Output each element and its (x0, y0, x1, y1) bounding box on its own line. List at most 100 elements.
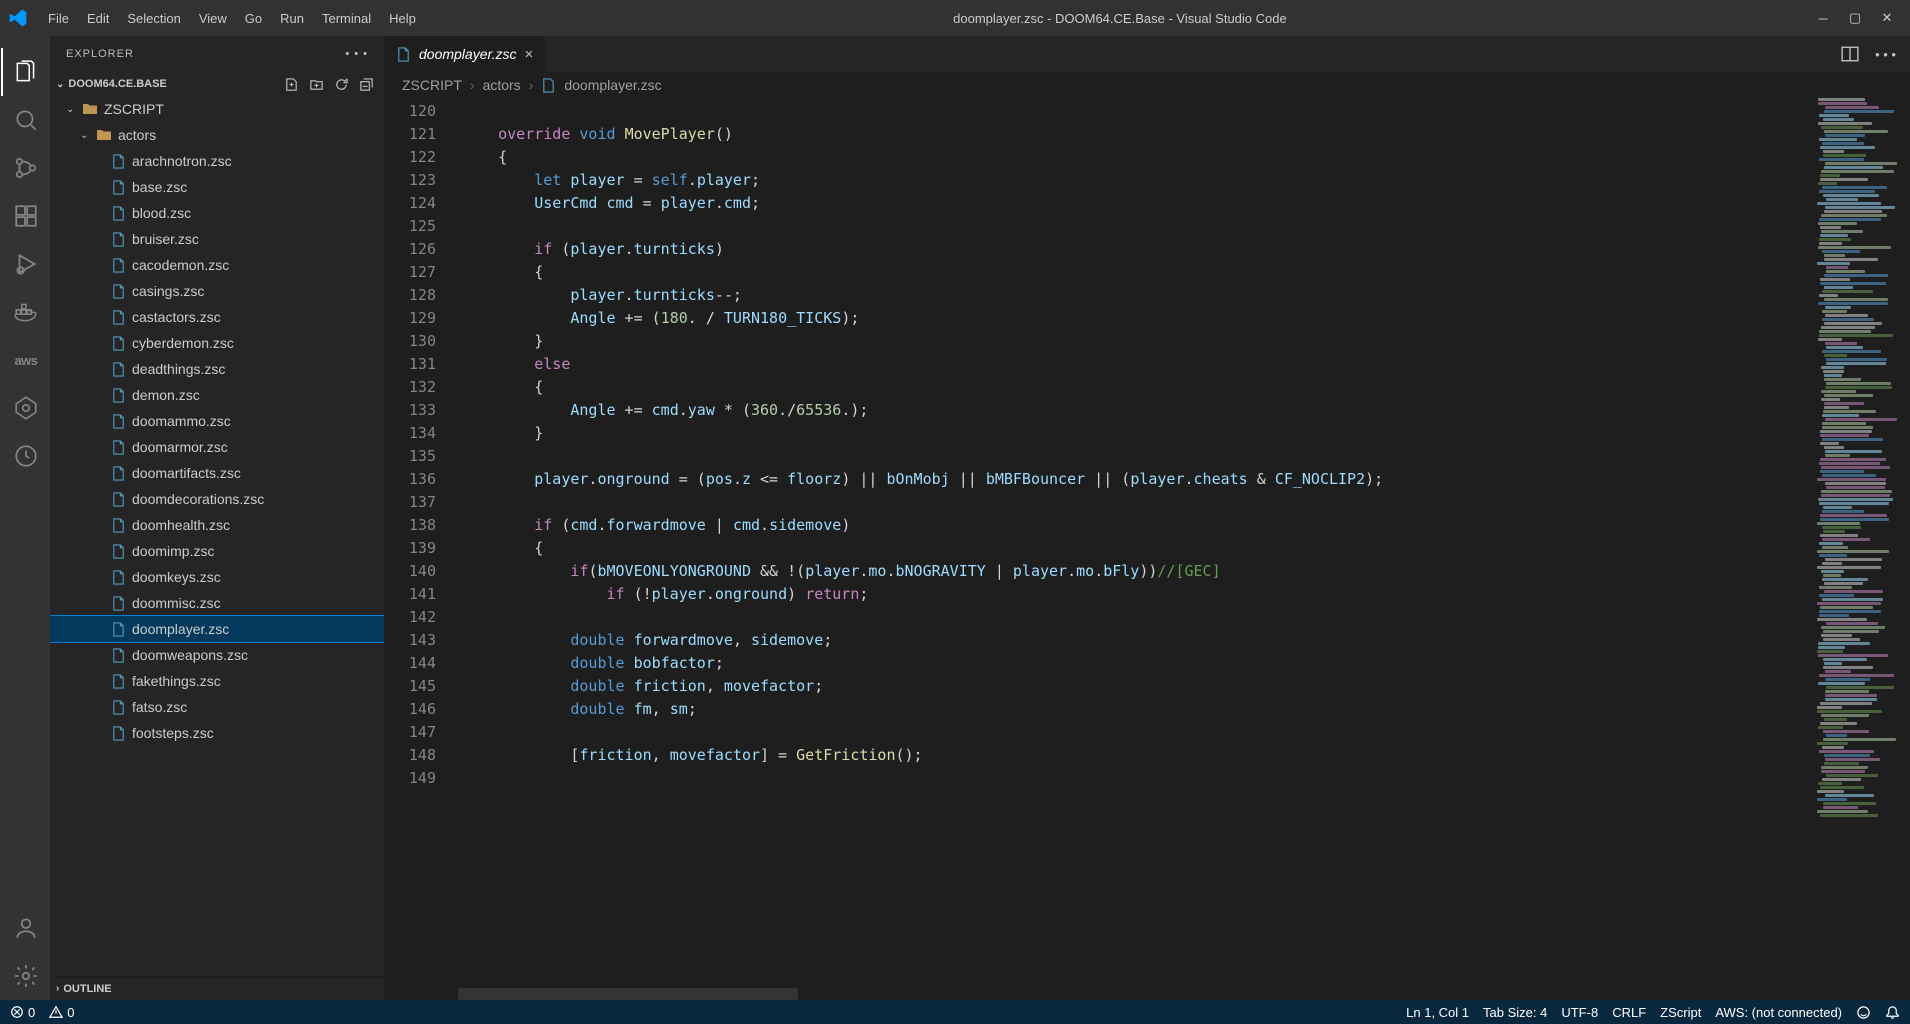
live-share-icon[interactable] (1, 432, 49, 480)
file-item[interactable]: doomhealth.zsc (50, 512, 384, 538)
file-item[interactable]: doomplayer.zsc (50, 616, 384, 642)
menu-selection[interactable]: Selection (119, 7, 188, 30)
file-item[interactable]: fakethings.zsc (50, 668, 384, 694)
window-title: doomplayer.zsc - DOOM64.CE.Base - Visual… (424, 11, 1816, 26)
folder-icon (80, 101, 100, 117)
file-icon (108, 622, 128, 637)
folder-actors[interactable]: ⌄ actors (50, 122, 384, 148)
warnings-count: 0 (67, 1005, 74, 1020)
feedback-icon[interactable] (1856, 1005, 1871, 1020)
source-control-icon[interactable] (1, 144, 49, 192)
outline-label: OUTLINE (63, 983, 111, 995)
extensions-icon[interactable] (1, 192, 49, 240)
file-item[interactable]: casings.zsc (50, 278, 384, 304)
file-item[interactable]: deadthings.zsc (50, 356, 384, 382)
file-item[interactable]: bruiser.zsc (50, 226, 384, 252)
code-editor[interactable]: 1201211221231241251261271281291301311321… (384, 98, 1910, 1000)
menu-bar: File Edit Selection View Go Run Terminal… (40, 7, 424, 30)
collapse-all-icon[interactable] (359, 77, 374, 92)
line-number-gutter: 1201211221231241251261271281291301311321… (384, 98, 458, 1000)
menu-edit[interactable]: Edit (79, 7, 117, 30)
notifications-icon[interactable] (1885, 1005, 1900, 1020)
maximize-icon[interactable]: ▢ (1848, 11, 1862, 25)
breadcrumb[interactable]: ZSCRIPT › actors › doomplayer.zsc (384, 72, 1910, 98)
close-icon[interactable]: ✕ (1880, 11, 1894, 25)
account-icon[interactable] (1, 904, 49, 952)
menu-file[interactable]: File (40, 7, 77, 30)
outline-section[interactable]: › OUTLINE (50, 976, 384, 1000)
file-item[interactable]: doomimp.zsc (50, 538, 384, 564)
menu-help[interactable]: Help (381, 7, 424, 30)
file-icon (108, 518, 128, 533)
tab-close-icon[interactable]: × (525, 46, 534, 63)
file-item[interactable]: castactors.zsc (50, 304, 384, 330)
split-editor-icon[interactable] (1841, 45, 1859, 63)
file-item[interactable]: doomartifacts.zsc (50, 460, 384, 486)
status-eol[interactable]: CRLF (1612, 1005, 1646, 1020)
chevron-right-icon: › (529, 77, 534, 93)
file-item[interactable]: cacodemon.zsc (50, 252, 384, 278)
new-folder-icon[interactable] (309, 77, 324, 92)
status-aws[interactable]: AWS: (not connected) (1715, 1005, 1842, 1020)
aws-icon[interactable]: aws (1, 336, 49, 384)
explorer-icon[interactable] (1, 48, 49, 96)
breadcrumb-item[interactable]: ZSCRIPT (402, 77, 462, 93)
sidebar-more-icon[interactable]: • • • (345, 48, 368, 60)
file-icon (108, 726, 128, 741)
file-item[interactable]: doomweapons.zsc (50, 642, 384, 668)
file-item[interactable]: base.zsc (50, 174, 384, 200)
file-icon (108, 492, 128, 507)
file-icon (108, 466, 128, 481)
file-item[interactable]: demon.zsc (50, 382, 384, 408)
settings-gear-icon[interactable] (1, 952, 49, 1000)
project-name: DOOM64.CE.BASE (68, 78, 166, 90)
minimize-icon[interactable]: ─ (1816, 11, 1830, 25)
file-item[interactable]: doommisc.zsc (50, 590, 384, 616)
file-item[interactable]: cyberdemon.zsc (50, 330, 384, 356)
file-label: doomammo.zsc (132, 413, 231, 429)
code-content[interactable]: override void MovePlayer() { let player … (458, 98, 1812, 1000)
menu-run[interactable]: Run (272, 7, 312, 30)
new-file-icon[interactable] (284, 77, 299, 92)
menu-view[interactable]: View (191, 7, 235, 30)
kubernetes-icon[interactable] (1, 384, 49, 432)
file-icon (108, 206, 128, 221)
file-item[interactable]: footsteps.zsc (50, 720, 384, 746)
breadcrumb-item[interactable]: doomplayer.zsc (564, 77, 661, 93)
status-errors[interactable]: 0 (10, 1005, 35, 1020)
file-item[interactable]: doomarmor.zsc (50, 434, 384, 460)
refresh-icon[interactable] (334, 77, 349, 92)
file-item[interactable]: blood.zsc (50, 200, 384, 226)
status-language[interactable]: ZScript (1660, 1005, 1701, 1020)
menu-terminal[interactable]: Terminal (314, 7, 379, 30)
file-icon (108, 414, 128, 429)
status-warnings[interactable]: 0 (49, 1005, 74, 1020)
project-header[interactable]: ⌄DOOM64.CE.BASE (50, 72, 384, 96)
status-cursor[interactable]: Ln 1, Col 1 (1406, 1005, 1469, 1020)
file-item[interactable]: arachnotron.zsc (50, 148, 384, 174)
horizontal-scrollbar[interactable] (458, 988, 798, 1000)
docker-icon[interactable] (1, 288, 49, 336)
breadcrumb-item[interactable]: actors (483, 77, 521, 93)
file-tree[interactable]: ⌄ ZSCRIPT ⌄ actors arachnotron.zscbase.z… (50, 96, 384, 976)
file-label: doommisc.zsc (132, 595, 221, 611)
status-tabsize[interactable]: Tab Size: 4 (1483, 1005, 1547, 1020)
status-encoding[interactable]: UTF-8 (1561, 1005, 1598, 1020)
file-item[interactable]: doomkeys.zsc (50, 564, 384, 590)
file-item[interactable]: doomdecorations.zsc (50, 486, 384, 512)
minimap[interactable] (1812, 98, 1910, 1000)
file-item[interactable]: fatso.zsc (50, 694, 384, 720)
tab-label: doomplayer.zsc (419, 46, 517, 62)
folder-label: actors (118, 127, 156, 143)
tab-doomplayer[interactable]: doomplayer.zsc × (384, 36, 546, 72)
run-debug-icon[interactable] (1, 240, 49, 288)
file-icon (108, 440, 128, 455)
activity-bar: aws (0, 36, 50, 1000)
folder-zscript[interactable]: ⌄ ZSCRIPT (50, 96, 384, 122)
more-actions-icon[interactable]: • • • (1875, 47, 1896, 62)
search-icon[interactable] (1, 96, 49, 144)
menu-go[interactable]: Go (237, 7, 270, 30)
vscode-logo-icon (8, 8, 28, 28)
chevron-right-icon: › (470, 77, 475, 93)
file-item[interactable]: doomammo.zsc (50, 408, 384, 434)
